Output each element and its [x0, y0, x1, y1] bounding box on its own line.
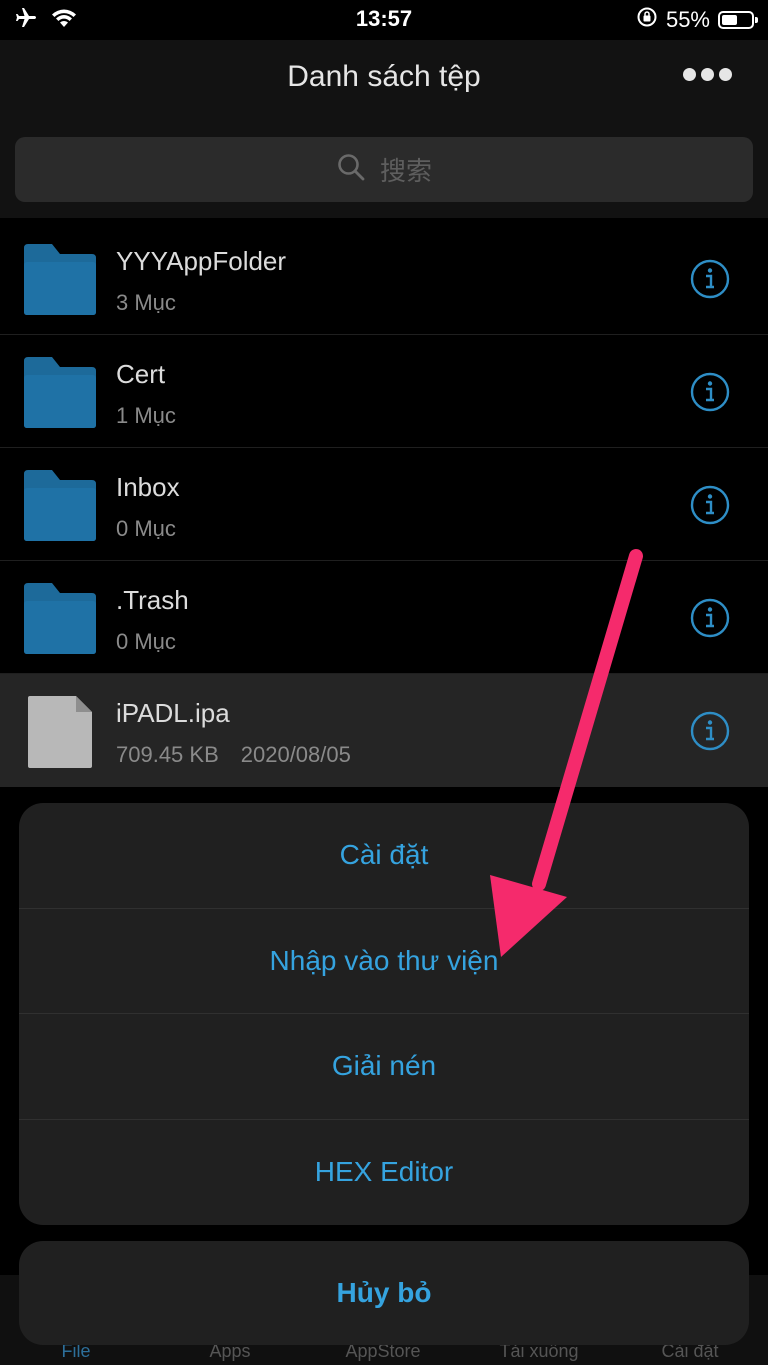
- file-size: 709.45 KB: [116, 742, 219, 767]
- cancel-button[interactable]: Hủy bỏ: [19, 1241, 749, 1345]
- more-icon[interactable]: [683, 68, 732, 81]
- file-row-cert[interactable]: Cert 1 Mục: [0, 335, 768, 448]
- status-right: 55%: [636, 6, 758, 33]
- battery-percent: 55%: [665, 6, 710, 32]
- info-icon[interactable]: [690, 598, 730, 643]
- more-dot: [683, 68, 696, 81]
- file-row-trash[interactable]: .Trash 0 Mục: [0, 561, 768, 674]
- file-row-yyyappfolder[interactable]: YYYAppFolder 3 Mục: [0, 222, 768, 335]
- item-count: 3 Mục: [116, 290, 176, 315]
- folder-icon: [22, 468, 98, 547]
- file-name: iPADL.ipa: [116, 698, 230, 728]
- item-count: 0 Mục: [116, 629, 176, 654]
- file-meta: 1 Mục: [116, 403, 176, 429]
- orientation-lock-icon: [636, 6, 658, 33]
- item-count: 0 Mục: [116, 516, 176, 541]
- page-title: Danh sách tệp: [287, 60, 481, 93]
- folder-icon: [22, 242, 98, 321]
- file-row-ipadl[interactable]: iPADL.ipa 709.45 KB 2020/08/05: [0, 674, 768, 787]
- info-icon[interactable]: [690, 485, 730, 530]
- search-icon: [336, 152, 366, 187]
- item-count: 1 Mục: [116, 403, 176, 428]
- file-meta: 3 Mục: [116, 290, 176, 316]
- file-name: YYYAppFolder: [116, 246, 287, 276]
- file-list: YYYAppFolder 3 Mục Cert 1 Mục Inbox 0 Mụ…: [0, 222, 768, 787]
- info-icon[interactable]: [690, 372, 730, 417]
- file-row-inbox[interactable]: Inbox 0 Mục: [0, 448, 768, 561]
- file-name: .Trash: [116, 585, 189, 615]
- extract-button[interactable]: Giải nén: [19, 1014, 749, 1120]
- search-placeholder: 搜索: [379, 156, 432, 186]
- info-icon[interactable]: [690, 711, 730, 756]
- folder-icon: [22, 355, 98, 434]
- install-button[interactable]: Cài đặt: [19, 803, 749, 909]
- file-name: Inbox: [116, 472, 180, 502]
- search-input[interactable]: 搜索: [15, 137, 753, 202]
- file-date: 2020/08/05: [240, 742, 351, 767]
- import-to-library-button[interactable]: Nhập vào thư viện: [19, 909, 749, 1014]
- file-name: Cert: [116, 359, 166, 389]
- file-meta: 0 Mục: [116, 629, 176, 655]
- nav-bar: Danh sách tệp: [0, 40, 768, 118]
- document-icon: [26, 694, 94, 775]
- hex-editor-button[interactable]: HEX Editor: [19, 1120, 749, 1226]
- file-meta: 0 Mục: [116, 516, 176, 542]
- info-icon[interactable]: [690, 259, 730, 304]
- file-meta: 709.45 KB 2020/08/05: [116, 742, 351, 768]
- action-sheet: Cài đặt Nhập vào thư viện Giải nén HEX E…: [19, 803, 749, 1225]
- status-bar: 13:57 55%: [0, 0, 768, 40]
- battery-fill: [722, 14, 737, 25]
- folder-icon: [22, 581, 98, 660]
- screen: 13:57 55% Danh sách tệp 搜索 YYYAppFolder …: [0, 0, 768, 1365]
- search-section: 搜索: [0, 118, 768, 218]
- more-dot: [701, 68, 714, 81]
- more-dot: [719, 68, 732, 81]
- battery-icon: [718, 10, 758, 29]
